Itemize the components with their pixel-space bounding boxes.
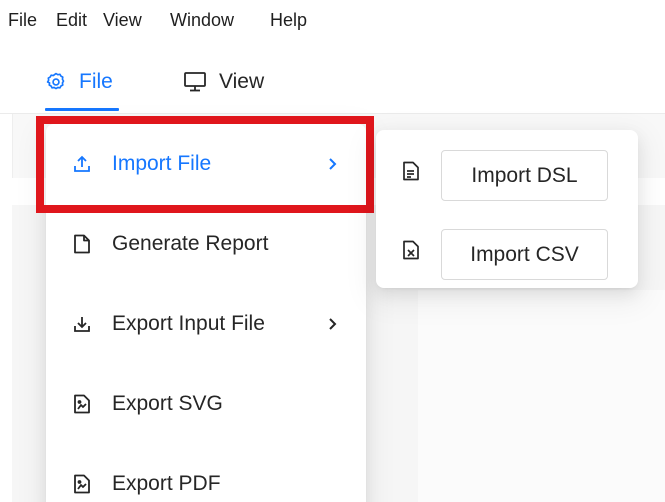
canvas-panel: [418, 290, 665, 502]
import-dsl-button[interactable]: Import DSL: [441, 150, 608, 201]
gear-icon: [45, 71, 67, 93]
menu-bar: File Edit View Window Help: [0, 0, 665, 42]
import-csv-button[interactable]: Import CSV: [441, 229, 608, 280]
menu-item-label: Export SVG: [112, 392, 223, 415]
menu-item-export-svg[interactable]: Export SVG: [46, 364, 366, 444]
menu-view[interactable]: View: [103, 10, 142, 31]
menu-item-export-input-file[interactable]: Export Input File: [46, 284, 366, 364]
menu-file[interactable]: File: [8, 10, 37, 31]
tab-view[interactable]: View: [183, 52, 264, 112]
menu-item-generate-report[interactable]: Generate Report: [46, 204, 366, 284]
import-submenu: Import DSL Import CSV: [376, 130, 638, 288]
menu-item-label: Export Input File: [112, 312, 265, 335]
chevron-right-icon: [326, 157, 340, 171]
menu-item-label: Export PDF: [112, 472, 221, 495]
menu-window[interactable]: Window: [170, 10, 234, 31]
file-icon: [72, 234, 92, 254]
upload-icon: [72, 154, 92, 174]
menu-edit[interactable]: Edit: [56, 10, 87, 31]
tab-file-label: File: [79, 70, 113, 93]
file-excel-icon: [402, 240, 420, 260]
menu-item-label: Import File: [112, 152, 212, 175]
file-dropdown-menu: Import File Generate Report Export Input…: [46, 124, 366, 502]
tab-file[interactable]: File: [45, 52, 113, 112]
menu-item-export-pdf[interactable]: Export PDF: [46, 444, 366, 502]
submenu-item-import-csv: Import CSV: [376, 215, 638, 285]
file-text-icon: [402, 161, 420, 181]
app-window: File Edit View Window Help File View Imp…: [0, 0, 665, 502]
monitor-icon: [183, 71, 207, 93]
chevron-right-icon: [326, 317, 340, 331]
active-tab-indicator: [45, 108, 119, 111]
file-image-icon: [72, 474, 92, 494]
menu-item-import-file[interactable]: Import File: [46, 124, 366, 204]
menu-help[interactable]: Help: [270, 10, 307, 31]
submenu-item-import-dsl: Import DSL: [376, 136, 638, 206]
menu-item-label: Generate Report: [112, 232, 269, 255]
download-icon: [72, 314, 92, 334]
ribbon-tabs: File View: [0, 52, 665, 112]
file-image-icon: [72, 394, 92, 414]
tab-view-label: View: [219, 70, 265, 93]
